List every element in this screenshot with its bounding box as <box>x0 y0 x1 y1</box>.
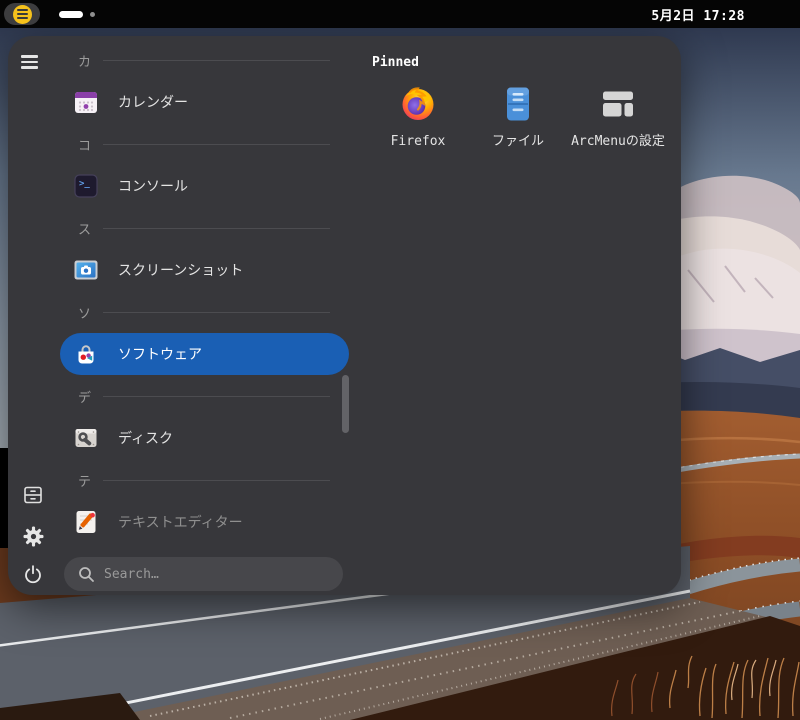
search-input[interactable] <box>104 567 324 582</box>
category-header: コ <box>60 123 352 165</box>
screenshot-icon <box>72 256 100 284</box>
power-icon <box>23 564 43 584</box>
text-editor-icon <box>72 508 100 536</box>
files-icon <box>500 86 536 122</box>
category-header: テ <box>60 459 352 501</box>
settings-button[interactable] <box>19 522 47 550</box>
category-header: カ <box>60 39 352 81</box>
app-item-calendar[interactable]: カレンダー <box>60 81 349 123</box>
desktop: 5月2日 17:28 <box>0 0 800 720</box>
pinned-item-arcmenu-settings[interactable]: ArcMenuの設定 <box>568 80 668 152</box>
pinned-item-files[interactable]: ファイル <box>468 80 568 152</box>
pinned-item-label: ArcMenuの設定 <box>571 132 665 152</box>
workspace-dot[interactable] <box>90 12 95 17</box>
pinned-item-firefox[interactable]: Firefox <box>368 80 468 152</box>
console-icon: >_ <box>72 172 100 200</box>
search-bar <box>64 557 343 591</box>
app-item-disks[interactable]: ディスク <box>60 417 349 459</box>
category-header: デ <box>60 375 352 417</box>
clock[interactable]: 5月2日 17:28 <box>651 0 745 28</box>
arcmenu-settings-icon <box>600 86 636 122</box>
disks-icon <box>72 424 100 452</box>
app-list-scrollbar[interactable] <box>342 375 349 433</box>
drawer-icon <box>23 486 43 504</box>
app-list: カ カレンダー <box>60 39 352 543</box>
workspace-indicator <box>59 0 95 28</box>
arcmenu-icon <box>13 5 32 24</box>
search-icon <box>78 566 95 583</box>
category-header: ス <box>60 207 352 249</box>
workspace-active-pill[interactable] <box>59 11 83 18</box>
app-item-console[interactable]: >_ コンソール <box>60 165 349 207</box>
pinned-item-label: ファイル <box>492 132 544 152</box>
files-shortcut-button[interactable] <box>19 481 47 509</box>
hamburger-menu-icon[interactable] <box>21 51 47 73</box>
power-button[interactable] <box>19 560 47 588</box>
category-header: ソ <box>60 291 352 333</box>
firefox-icon <box>400 86 436 122</box>
top-bar: 5月2日 17:28 <box>0 0 800 28</box>
pinned-item-label: Firefox <box>391 132 446 152</box>
software-icon <box>72 340 100 368</box>
pinned-grid: Firefox ファイル <box>368 80 668 152</box>
pinned-header: Pinned <box>372 55 419 70</box>
calendar-icon <box>72 88 100 116</box>
arcmenu-panel-button[interactable] <box>4 3 40 25</box>
svg-text:>_: >_ <box>79 179 90 189</box>
app-item-software[interactable]: ソフトウェア <box>60 333 349 375</box>
settings-gear-icon <box>23 526 44 547</box>
app-item-screenshot[interactable]: スクリーンショット <box>60 249 349 291</box>
app-item-text-editor[interactable]: テキストエディター <box>60 501 349 543</box>
arcmenu-panel: カ カレンダー <box>8 36 681 595</box>
